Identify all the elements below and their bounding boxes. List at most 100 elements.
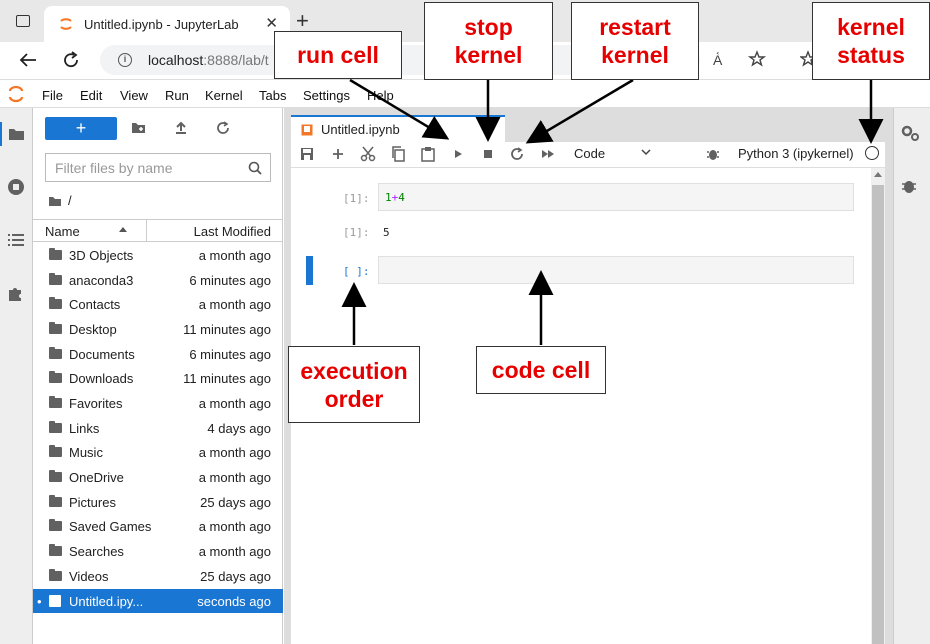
- file-modified: 6 minutes ago: [189, 273, 271, 288]
- stop-kernel-icon[interactable]: [482, 148, 494, 160]
- kernel-name[interactable]: Python 3 (ipykernel): [738, 146, 854, 161]
- callout-restart-kernel-line2: kernel: [601, 42, 669, 68]
- search-icon: [248, 161, 262, 175]
- debugger-bug-icon[interactable]: [706, 147, 720, 161]
- file-modified: a month ago: [198, 470, 271, 485]
- column-modified-header[interactable]: Last Modified: [194, 224, 271, 239]
- folder-icon: [49, 495, 62, 507]
- url-path: :8888/lab/t: [203, 52, 269, 68]
- file-row[interactable]: 3D Objects a month ago: [33, 243, 283, 267]
- folder-icon: [49, 273, 62, 285]
- callout-run-cell: run cell: [274, 31, 402, 79]
- extensions-icon[interactable]: [7, 284, 25, 302]
- debugger-icon[interactable]: [901, 178, 917, 194]
- input-prompt: [1]:: [343, 192, 370, 205]
- file-row[interactable]: Pictures 25 days ago: [33, 490, 283, 514]
- file-row[interactable]: Favorites a month ago: [33, 391, 283, 415]
- file-row[interactable]: Saved Games a month ago: [33, 514, 283, 538]
- menu-view[interactable]: View: [120, 88, 148, 103]
- filter-files-input[interactable]: Filter files by name: [45, 153, 271, 182]
- file-name: Music: [69, 445, 103, 460]
- back-icon[interactable]: [18, 52, 38, 68]
- sort-ascending-icon: [119, 227, 127, 232]
- folder-icon[interactable]: [8, 126, 26, 142]
- menu-run[interactable]: Run: [165, 88, 189, 103]
- running-sessions-icon[interactable]: [7, 178, 25, 196]
- file-modified: a month ago: [198, 519, 271, 534]
- new-tab-icon[interactable]: +: [296, 10, 309, 32]
- menu-settings[interactable]: Settings: [303, 88, 350, 103]
- code-number: 4: [398, 191, 405, 204]
- callout-kernel-status-line1: kernel: [837, 14, 905, 40]
- insert-cell-icon[interactable]: [331, 147, 345, 161]
- file-row[interactable]: Downloads 11 minutes ago: [33, 366, 283, 390]
- cut-icon[interactable]: [360, 146, 376, 162]
- browser-tab[interactable]: Untitled.ipynb - JupyterLab ✕: [44, 6, 290, 42]
- menu-file[interactable]: File: [42, 88, 63, 103]
- save-icon[interactable]: [300, 147, 314, 161]
- callout-kernel-status-line2: status: [837, 42, 905, 68]
- property-inspector-icon[interactable]: [900, 124, 920, 142]
- close-tab-icon[interactable]: ✕: [265, 14, 278, 32]
- menu-tabs[interactable]: Tabs: [259, 88, 286, 103]
- file-modified: a month ago: [198, 297, 271, 312]
- restart-kernel-icon[interactable]: [510, 147, 524, 161]
- file-name: Downloads: [69, 371, 134, 386]
- read-aloud-icon[interactable]: A᷾: [713, 52, 722, 68]
- add-favorite-icon[interactable]: [748, 50, 768, 70]
- file-row-selected[interactable]: • Untitled.ipy... seconds ago: [33, 589, 283, 613]
- run-cell-icon[interactable]: [452, 148, 464, 160]
- file-row[interactable]: Contacts a month ago: [33, 292, 283, 316]
- file-row[interactable]: anaconda3 6 minutes ago: [33, 268, 283, 292]
- paste-icon[interactable]: [420, 146, 436, 162]
- column-name-header[interactable]: Name: [45, 224, 80, 239]
- file-name: Favorites: [69, 396, 123, 411]
- file-row[interactable]: Searches a month ago: [33, 539, 283, 563]
- file-name: Pictures: [69, 495, 116, 510]
- file-row[interactable]: OneDrive a month ago: [33, 465, 283, 489]
- callout-execution-order: execution order: [288, 346, 420, 423]
- new-launcher-button[interactable]: +: [45, 117, 117, 140]
- notebook-tab[interactable]: Untitled.ipynb: [291, 115, 505, 142]
- copy-icon[interactable]: [390, 146, 406, 162]
- code-cell-empty[interactable]: [378, 256, 854, 284]
- callout-execution-order-line2: order: [324, 385, 384, 412]
- file-name: Documents: [69, 347, 135, 362]
- scroll-up-icon[interactable]: [874, 172, 882, 177]
- tab-actions-icon[interactable]: [16, 15, 30, 27]
- cell-type-select[interactable]: Code: [574, 146, 605, 161]
- url-host: localhost: [148, 52, 204, 68]
- site-info-icon[interactable]: i: [118, 53, 132, 67]
- file-list-header: Name Last Modified: [33, 219, 283, 242]
- callout-code-cell-text: code cell: [491, 357, 591, 383]
- upload-icon[interactable]: [174, 121, 188, 135]
- file-modified: 25 days ago: [200, 569, 271, 584]
- folder-icon: [49, 445, 62, 457]
- input-prompt-empty: [ ]:: [343, 265, 370, 278]
- file-row[interactable]: Desktop 11 minutes ago: [33, 317, 283, 341]
- new-folder-icon[interactable]: [131, 121, 147, 135]
- file-row[interactable]: Documents 6 minutes ago: [33, 342, 283, 366]
- file-modified: 6 minutes ago: [189, 347, 271, 362]
- file-row[interactable]: Music a month ago: [33, 440, 283, 464]
- file-row[interactable]: Links 4 days ago: [33, 416, 283, 440]
- file-modified: a month ago: [198, 544, 271, 559]
- breadcrumb[interactable]: /: [48, 193, 72, 208]
- file-name: Saved Games: [69, 519, 152, 534]
- scrollbar-thumb[interactable]: [872, 185, 884, 644]
- chevron-down-icon[interactable]: [640, 146, 652, 158]
- notebook-tab-icon: [301, 124, 313, 135]
- menu-kernel[interactable]: Kernel: [205, 88, 243, 103]
- refresh-files-icon[interactable]: [216, 121, 230, 135]
- code-cell-input[interactable]: 1+4: [378, 183, 854, 211]
- file-modified: seconds ago: [197, 594, 271, 609]
- kernel-status-icon: [865, 146, 879, 160]
- restart-run-all-icon[interactable]: [540, 148, 556, 160]
- table-of-contents-icon[interactable]: [7, 232, 25, 248]
- callout-run-cell-text: run cell: [297, 42, 379, 68]
- file-row[interactable]: Videos 25 days ago: [33, 564, 283, 588]
- reload-icon[interactable]: [62, 51, 80, 69]
- menu-edit[interactable]: Edit: [80, 88, 102, 103]
- cell-output: 5: [383, 226, 390, 239]
- menu-help[interactable]: Help: [367, 88, 394, 103]
